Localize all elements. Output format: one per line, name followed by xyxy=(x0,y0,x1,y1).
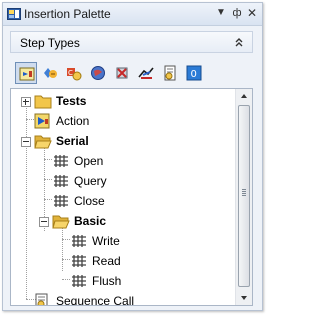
tree-item-label: Flush xyxy=(92,274,122,288)
tree-item-label: Query xyxy=(74,174,107,188)
folder-icon xyxy=(34,95,52,109)
title-bar[interactable]: Insertion Palette ▼ ф ✕ xyxy=(3,3,262,26)
expand-plus-icon[interactable] xyxy=(21,97,31,107)
dropdown-icon[interactable]: ▼ xyxy=(214,6,228,20)
tree-item-label: Read xyxy=(92,254,121,268)
serial-step-icon xyxy=(54,195,68,207)
serial-step-icon xyxy=(72,235,86,247)
svg-text:0: 0 xyxy=(191,69,197,80)
tree-item-label: Serial xyxy=(56,134,89,148)
palette-icon xyxy=(7,8,21,20)
tree-item-open[interactable]: Open xyxy=(11,151,231,171)
section-label: Step Types xyxy=(20,36,80,50)
tree-item-label: Tests xyxy=(56,94,87,108)
collapse-chevron-icon[interactable] xyxy=(233,34,245,50)
step-tree: Tests Action Serial Open Query Close Bas… xyxy=(10,88,253,306)
tree-item-label: Write xyxy=(92,234,120,248)
serial-step-icon xyxy=(54,175,68,187)
tree-item-label: Open xyxy=(74,154,104,168)
tree-item-label: Sequence Call xyxy=(56,294,135,306)
sequence-call-icon[interactable] xyxy=(159,62,181,84)
scroll-up-icon[interactable] xyxy=(236,89,252,103)
sequence-call-icon xyxy=(35,293,48,305)
serial-step-icon xyxy=(72,275,86,287)
close-icon[interactable]: ✕ xyxy=(245,6,259,20)
serial-step-icon xyxy=(72,255,86,267)
tools-icon[interactable] xyxy=(111,62,133,84)
tree-item-write[interactable]: Write xyxy=(11,231,231,251)
signal-icon[interactable] xyxy=(135,62,157,84)
action-icon xyxy=(34,113,50,129)
collapse-minus-icon[interactable] xyxy=(39,217,49,227)
scrollbar-grip xyxy=(242,189,246,196)
templates-icon[interactable] xyxy=(39,62,61,84)
tree-item-basic[interactable]: Basic xyxy=(11,211,231,231)
tree-item-serial[interactable]: Serial xyxy=(11,131,231,151)
svg-text:C: C xyxy=(68,69,73,77)
tree-item-close[interactable]: Close xyxy=(11,191,231,211)
tree-item-sequence-call[interactable]: Sequence Call xyxy=(11,291,231,306)
tree-item-read[interactable]: Read xyxy=(11,251,231,271)
pin-icon[interactable]: ф xyxy=(230,6,244,20)
serial-step-icon xyxy=(54,155,68,167)
step-types-header[interactable]: Step Types xyxy=(10,31,253,53)
instrument-icon[interactable]: C xyxy=(63,62,85,84)
folder-open-icon xyxy=(34,135,52,149)
number-icon[interactable]: 0 xyxy=(183,62,205,84)
scrollbar-thumb[interactable] xyxy=(238,105,250,287)
collapse-minus-icon[interactable] xyxy=(21,137,31,147)
insertion-palette-window: Insertion Palette ▼ ф ✕ Step Types C 0 T… xyxy=(2,2,263,311)
tree-item-label: Close xyxy=(74,194,105,208)
tree-item-action[interactable]: Action xyxy=(11,111,231,131)
step-type-toolbar: C 0 xyxy=(10,62,253,86)
tree-item-flush[interactable]: Flush xyxy=(11,271,231,291)
window-title: Insertion Palette xyxy=(24,7,111,21)
globe-icon[interactable] xyxy=(87,62,109,84)
scroll-down-icon[interactable] xyxy=(236,291,252,305)
vertical-scrollbar[interactable] xyxy=(235,89,252,305)
folder-open-icon xyxy=(52,215,70,229)
tree-item-label: Basic xyxy=(74,214,107,228)
tree-item-query[interactable]: Query xyxy=(11,171,231,191)
step-types-icon[interactable] xyxy=(15,62,37,84)
tree-item-label: Action xyxy=(56,114,90,128)
tree-item-tests[interactable]: Tests xyxy=(11,91,231,111)
